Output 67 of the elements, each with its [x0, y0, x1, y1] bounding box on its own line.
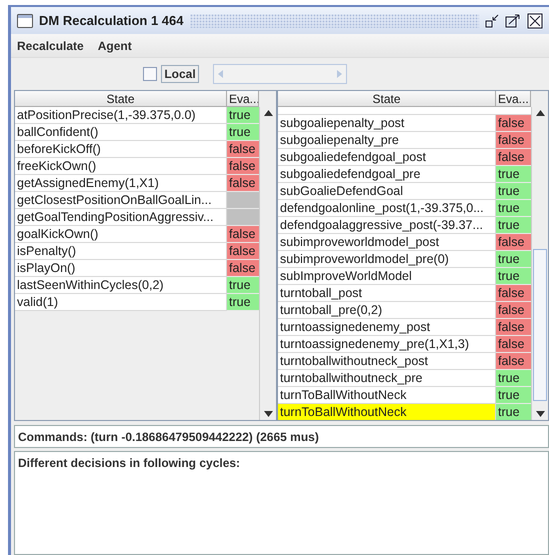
state-cell[interactable]: turntoball_pre(0,2) [278, 302, 496, 319]
state-cell[interactable]: subgoaliepenalty_post [278, 115, 496, 132]
column-header[interactable]: State [15, 91, 227, 107]
state-cell[interactable]: defendgoalonline_post(1,-39.375,0... [278, 200, 496, 217]
state-cell[interactable]: subImproveWorldModel [278, 268, 496, 285]
evaluation-cell: true [496, 166, 531, 183]
evaluation-cell: false [227, 260, 259, 277]
state-cell[interactable]: defendgoalaggressive_post(-39.37... [278, 217, 496, 234]
evaluation-cell: false [496, 353, 531, 370]
state-cell[interactable]: subimproveworldmodel_pre(0) [278, 251, 496, 268]
state-cell[interactable]: turntoassignedenemy_post [278, 319, 496, 336]
state-cell[interactable]: isPlayOn() [15, 260, 227, 277]
state-cell[interactable]: turnToBallWithoutNeck [278, 387, 496, 404]
state-cell[interactable]: valid(1) [15, 294, 227, 311]
evaluation-cell: true [496, 251, 531, 268]
state-cell[interactable]: turntoballwithoutneck_post [278, 353, 496, 370]
evaluation-cell: false [496, 302, 531, 319]
column-header[interactable]: Eva... [496, 91, 531, 107]
evaluation-cell: false [227, 243, 259, 260]
state-cell[interactable]: isPenalty() [15, 243, 227, 260]
column-header[interactable]: State [278, 91, 496, 107]
state-cell[interactable]: lastSeenWithinCycles(0,2) [15, 277, 227, 294]
state-cell[interactable]: beforeKickOff() [15, 141, 227, 158]
state-cell[interactable]: getGoalTendingPositionAggressiv... [15, 209, 227, 226]
evaluation-cell: true [496, 404, 531, 420]
state-cell[interactable]: subgoaliepenalty_pre [278, 132, 496, 149]
evaluation-cell: true [496, 370, 531, 387]
evaluation-cell: false [496, 336, 531, 353]
state-cell[interactable]: getClosestPositionOnBallGoalLin... [15, 192, 227, 209]
evaluation-cell: false [496, 319, 531, 336]
state-cell[interactable]: turntoballwithoutneck_pre [278, 370, 496, 387]
evaluation-cell: true [496, 217, 531, 234]
decisions-text-area[interactable]: Different decisions in following cycles: [14, 451, 549, 555]
evaluation-cell: false [496, 285, 531, 302]
state-cell[interactable]: subGoalieDefendGoal [278, 183, 496, 200]
state-cell[interactable]: subimproveworldmodel_post [278, 234, 496, 251]
evaluation-cell: true [496, 387, 531, 404]
evaluation-cell: true [227, 277, 259, 294]
state-cell[interactable]: turnToBallWithoutNeck [278, 404, 496, 420]
evaluation-cell: true [227, 107, 259, 124]
state-cell[interactable]: atPositionPrecise(1,-39.375,0.0) [15, 107, 227, 124]
state-cell[interactable]: freeKickOwn() [15, 158, 227, 175]
evaluation-cell: false [496, 132, 531, 149]
evaluation-cell: false [496, 149, 531, 166]
evaluation-cell: false [227, 141, 259, 158]
commands-text: Commands: (turn -0.18686479509442222) (2665 mus) [17, 430, 320, 444]
evaluation-cell: true [496, 183, 531, 200]
state-cell[interactable]: subgoaliedefendgoal_pre [278, 166, 496, 183]
evaluation-cell: false [496, 234, 531, 251]
state-cell[interactable]: getAssignedEnemy(1,X1) [15, 175, 227, 192]
state-cell[interactable]: turntoassignedenemy_pre(1,X1,3) [278, 336, 496, 353]
evaluation-cell: true [227, 124, 259, 141]
state-cell[interactable]: subgoaliedefendgoal_post [278, 149, 496, 166]
evaluation-cell: false [496, 115, 531, 132]
evaluation-cell: false [227, 175, 259, 192]
evaluation-cell: true [227, 294, 259, 311]
evaluation-cell: true [496, 200, 531, 217]
state-cell[interactable]: goalKickOwn() [15, 226, 227, 243]
window-title: DM Recalculation 1 464 [39, 13, 184, 28]
state-cell[interactable]: turntoball_post [278, 285, 496, 302]
evaluation-cell: false [227, 158, 259, 175]
menu-item[interactable]: Agent [98, 38, 132, 52]
menu-item[interactable]: Recalculate [17, 38, 84, 52]
local-label[interactable]: Local [161, 65, 199, 83]
state-cell[interactable]: ballConfident() [15, 124, 227, 141]
evaluation-cell: true [496, 268, 531, 285]
evaluation-cell: false [227, 226, 259, 243]
